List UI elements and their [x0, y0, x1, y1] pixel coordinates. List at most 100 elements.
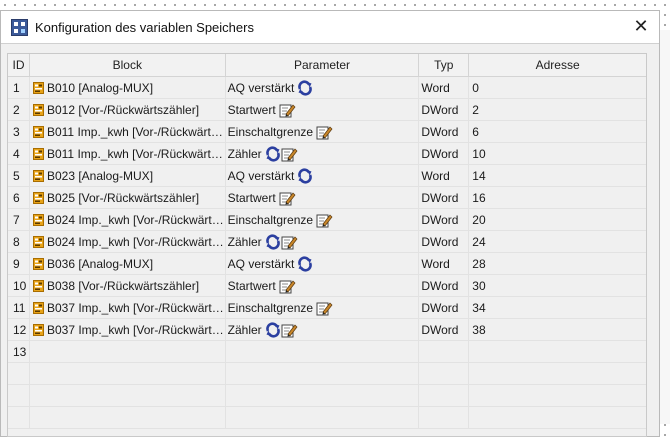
row-parameter-label: Startwert [227, 278, 276, 293]
row-parameter[interactable]: Zähler [226, 231, 420, 252]
row-block-label: B025 [Vor-/Rückwärtszähler] [46, 190, 200, 205]
row-id: 11 [8, 297, 30, 318]
row-typ: DWord [419, 187, 470, 208]
row-typ: DWord [419, 121, 470, 142]
refresh-icon [265, 145, 280, 162]
column-header-adresse[interactable]: Adresse [469, 54, 646, 76]
row-parameter[interactable]: AQ verstärkt [226, 165, 420, 186]
table-row[interactable]: 1 B010 [Analog-MUX] AQ verstärkt Word 0 [8, 77, 646, 99]
function-block-icon [32, 235, 44, 248]
row-block[interactable]: B037 Imp._kwh [Vor-/Rückwärtszähl... [30, 319, 226, 340]
empty-table-row [8, 363, 646, 385]
row-block[interactable]: B023 [Analog-MUX] [30, 165, 226, 186]
table-row[interactable]: 11 B037 Imp._kwh [Vor-/Rückwärtszähl...Ei… [8, 297, 646, 319]
empty-cell [226, 385, 420, 406]
function-block-icon [32, 103, 44, 116]
function-block-icon [32, 323, 44, 336]
row-parameter[interactable]: Zähler [226, 319, 420, 340]
row-parameter-label: AQ verstärkt [227, 168, 295, 183]
row-block[interactable]: B036 [Analog-MUX] [30, 253, 226, 274]
row-parameter[interactable]: AQ verstärkt [226, 253, 420, 274]
row-parameter[interactable]: Zähler [226, 143, 420, 164]
row-parameter[interactable]: Startwert [226, 99, 420, 120]
row-adresse: 16 [472, 190, 486, 205]
row-id: 1 [8, 77, 30, 98]
table-row[interactable]: 9 B036 [Analog-MUX] AQ verstärkt Word 28 [8, 253, 646, 275]
row-block[interactable] [30, 341, 226, 362]
table-row[interactable]: 3 B011 Imp._kwh [Vor-/Rückwärtszähler]Ein… [8, 121, 646, 143]
column-header-block[interactable]: Block [30, 54, 226, 76]
empty-cell [226, 407, 420, 428]
table-row[interactable]: 13 [8, 341, 646, 363]
empty-cell [8, 363, 30, 384]
row-adresse: 30 [472, 278, 486, 293]
close-button[interactable]: ✕ [623, 11, 659, 42]
row-parameter-label: AQ verstärkt [227, 80, 295, 95]
table-row[interactable]: 12 B037 Imp._kwh [Vor-/Rückwärtszähl...Zä… [8, 319, 646, 341]
function-block-icon [32, 257, 44, 270]
row-parameter[interactable]: Einschaltgrenze [226, 297, 420, 318]
row-parameter-label: Startwert [227, 102, 276, 117]
edit-icon [281, 147, 298, 161]
row-adresse: 14 [472, 168, 486, 183]
table-row[interactable]: 2 B012 [Vor-/Rückwärtszähler] Startwert DWo… [8, 99, 646, 121]
empty-cell [469, 407, 646, 428]
edit-icon [316, 125, 333, 139]
row-block[interactable]: B025 [Vor-/Rückwärtszähler] [30, 187, 226, 208]
table-row[interactable]: 6 B025 [Vor-/Rückwärtszähler] Startwert DWo… [8, 187, 646, 209]
refresh-icon [298, 167, 313, 184]
row-parameter-label: Einschaltgrenze [227, 212, 314, 227]
column-header-typ[interactable]: Typ [419, 54, 470, 76]
row-parameter[interactable]: Einschaltgrenze [226, 121, 420, 142]
empty-cell [469, 385, 646, 406]
row-id: 12 [8, 319, 30, 340]
table-row[interactable]: 5 B023 [Analog-MUX] AQ verstärkt Word 14 [8, 165, 646, 187]
empty-cell [30, 363, 226, 384]
row-block[interactable]: B011 Imp._kwh [Vor-/Rückwärtszähler] [30, 143, 226, 164]
row-block-label: B038 [Vor-/Rückwärtszähler] [46, 278, 200, 293]
row-block[interactable]: B037 Imp._kwh [Vor-/Rückwärtszähl... [30, 297, 226, 318]
edit-icon [279, 191, 296, 205]
row-block[interactable]: B024 Imp._kwh [Vor-/Rückwärtszähl... [30, 231, 226, 252]
row-typ: Word [419, 253, 470, 274]
edit-icon [316, 213, 333, 227]
table-row[interactable]: 4 B011 Imp._kwh [Vor-/Rückwärtszähler]Zäh… [8, 143, 646, 165]
row-typ: Word [419, 77, 470, 98]
row-block[interactable]: B010 [Analog-MUX] [30, 77, 226, 98]
row-id: 2 [8, 99, 30, 120]
row-block[interactable]: B011 Imp._kwh [Vor-/Rückwärtszähler] [30, 121, 226, 142]
column-header-parameter[interactable]: Parameter [226, 54, 420, 76]
row-parameter[interactable]: AQ verstärkt [226, 77, 420, 98]
row-block-label: B023 [Analog-MUX] [46, 168, 154, 183]
row-id: 8 [8, 231, 30, 252]
row-parameter[interactable]: Startwert [226, 187, 420, 208]
row-block[interactable]: B012 [Vor-/Rückwärtszähler] [30, 99, 226, 120]
row-block-label: B011 Imp._kwh [Vor-/Rückwärtszähler] [46, 124, 225, 139]
row-id: 9 [8, 253, 30, 274]
row-block[interactable]: B038 [Vor-/Rückwärtszähler] [30, 275, 226, 296]
row-adresse: 20 [472, 212, 486, 227]
row-block-label: B024 Imp._kwh [Vor-/Rückwärtszähl... [46, 212, 225, 227]
row-parameter[interactable]: Einschaltgrenze [226, 209, 420, 230]
row-parameter-label: Einschaltgrenze [227, 124, 314, 139]
row-id: 7 [8, 209, 30, 230]
row-block-label: B011 Imp._kwh [Vor-/Rückwärtszähler] [46, 146, 225, 161]
row-block[interactable]: B024 Imp._kwh [Vor-/Rückwärtszähl... [30, 209, 226, 230]
table-row[interactable]: 8 B024 Imp._kwh [Vor-/Rückwärtszähl...Zäh… [8, 231, 646, 253]
row-parameter[interactable]: Startwert [226, 275, 420, 296]
function-block-icon [32, 279, 44, 292]
column-header-id[interactable]: ID [8, 54, 30, 76]
row-parameter[interactable] [226, 341, 420, 362]
function-block-icon [32, 169, 44, 182]
row-adresse: 34 [472, 300, 486, 315]
row-parameter-label: Zähler [227, 146, 262, 161]
window-title: Konfiguration des variablen Speichers [35, 19, 254, 35]
row-typ: DWord [419, 143, 470, 164]
table-row[interactable]: 10 B038 [Vor-/Rückwärtszähler] Startwert DW… [8, 275, 646, 297]
row-adresse: 0 [472, 80, 479, 95]
table-row[interactable]: 7 B024 Imp._kwh [Vor-/Rückwärtszähl...Ein… [8, 209, 646, 231]
refresh-icon [298, 79, 313, 96]
function-block-icon [32, 213, 44, 226]
row-block-label: B010 [Analog-MUX] [46, 80, 154, 95]
memory-table: ID Block Parameter Typ Adresse 1 B010 [An… [7, 53, 647, 437]
